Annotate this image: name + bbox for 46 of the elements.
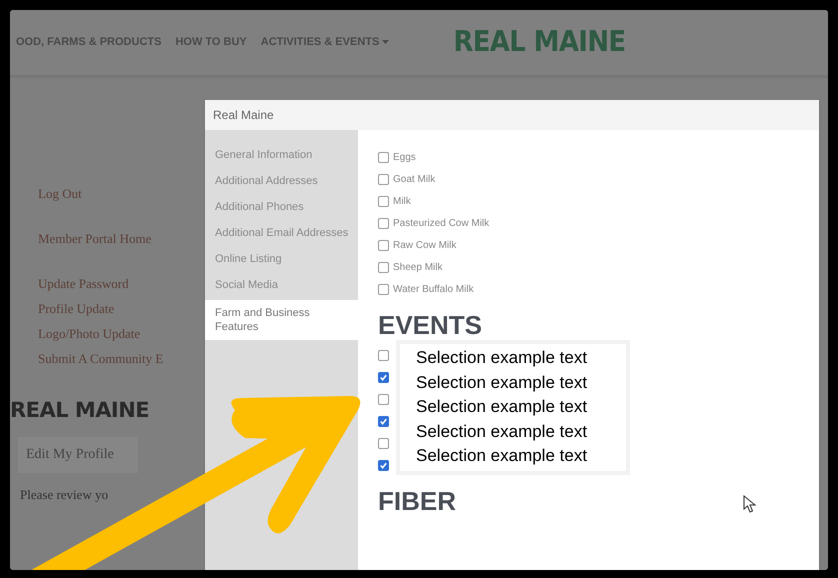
logo: REAL MAINE bbox=[453, 24, 626, 60]
section-heading: REAL MAINE bbox=[10, 397, 150, 424]
section-heading: EVENTS bbox=[378, 310, 482, 340]
option-label: Goat Milk bbox=[393, 172, 436, 186]
sidebar-item[interactable]: General Information bbox=[205, 142, 358, 168]
edit-profile-button[interactable]: Edit My Profile bbox=[18, 436, 138, 472]
checkbox[interactable] bbox=[378, 350, 389, 360]
menu-link[interactable]: Member Portal Home bbox=[38, 226, 152, 251]
menu-link[interactable]: Submit A Community E bbox=[38, 346, 164, 371]
sidebar-item[interactable]: Social Media bbox=[205, 272, 358, 298]
dialog-title: Real Maine bbox=[205, 100, 819, 130]
option-label: Water Buffalo Milk bbox=[393, 282, 474, 296]
mouse-cursor-icon bbox=[743, 495, 757, 513]
checkbox[interactable] bbox=[378, 240, 389, 250]
callout-text: Selection example text bbox=[416, 372, 588, 394]
checkbox[interactable] bbox=[378, 218, 389, 228]
checkbox[interactable] bbox=[378, 460, 389, 470]
option-label: Eggs bbox=[393, 150, 416, 164]
callout-text: Selection example text bbox=[416, 347, 588, 369]
menu-link[interactable]: Log Out bbox=[38, 181, 82, 206]
callout-text: Selection example text bbox=[416, 396, 588, 418]
checkbox[interactable] bbox=[378, 152, 389, 162]
menu-link[interactable]: Profile Update bbox=[38, 296, 114, 321]
sidebar-item[interactable]: Additional Phones bbox=[205, 194, 358, 220]
checkbox[interactable] bbox=[378, 372, 389, 382]
sidebar-item[interactable]: Farm and Business Features bbox=[205, 300, 358, 340]
option-label: Pasteurized Cow Milk bbox=[393, 216, 490, 230]
sidebar-item[interactable]: Additional Addresses bbox=[205, 168, 358, 194]
sidebar-item[interactable]: Online Listing bbox=[205, 246, 358, 272]
callout-text: Selection example text bbox=[416, 445, 588, 467]
checkbox[interactable] bbox=[378, 438, 389, 448]
checkbox[interactable] bbox=[378, 196, 389, 206]
checkbox[interactable] bbox=[378, 262, 389, 272]
option-label: Raw Cow Milk bbox=[393, 238, 456, 252]
checkbox[interactable] bbox=[378, 174, 389, 184]
section-heading: FIBER bbox=[378, 486, 456, 516]
callout-text: Selection example text bbox=[416, 420, 588, 442]
menu-link[interactable]: Logo/Photo Update bbox=[38, 321, 140, 346]
menu-link[interactable]: Update Password bbox=[38, 271, 129, 296]
option-label: Milk bbox=[393, 194, 411, 208]
checkbox[interactable] bbox=[378, 284, 389, 294]
sidebar-item[interactable]: Additional Email Addresses bbox=[205, 220, 358, 246]
notice-text: Please review yo bbox=[19, 486, 110, 504]
checkbox[interactable] bbox=[378, 416, 389, 426]
option-label: Sheep Milk bbox=[393, 260, 442, 274]
checkbox[interactable] bbox=[378, 394, 389, 404]
